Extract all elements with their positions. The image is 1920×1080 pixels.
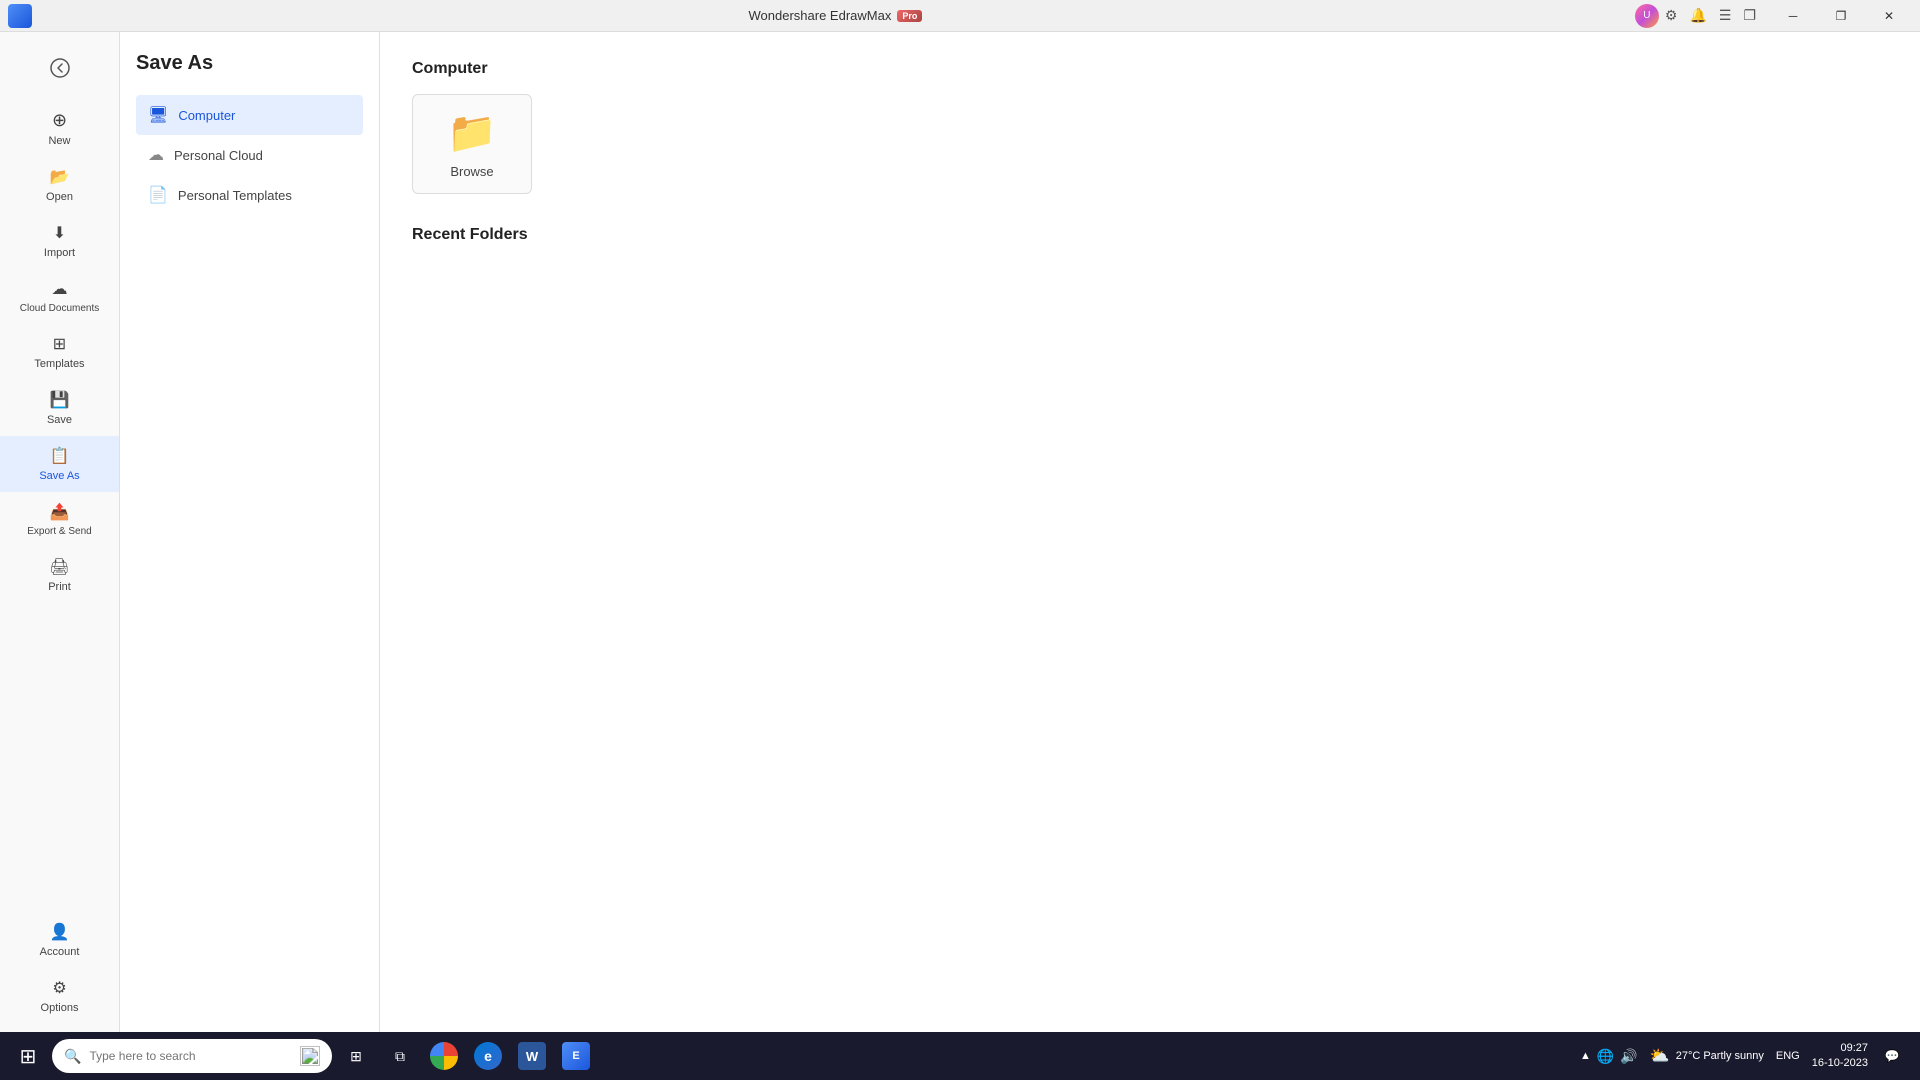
sidebar-item-print[interactable]: 🖨 Print xyxy=(0,547,119,603)
app-title: Wondershare EdrawMax xyxy=(749,8,892,23)
sidebar-label-import: Import xyxy=(44,247,75,259)
sidebar-label-save: Save xyxy=(47,414,72,426)
save-icon: 💾 xyxy=(50,390,70,410)
print-icon: 🖨 xyxy=(49,557,69,577)
sidebar-narrow: ⊕ New 📂 Open ⬇ Import ☁ Cloud Documents … xyxy=(0,32,120,1032)
taskbar-app-word[interactable]: W xyxy=(512,1036,552,1076)
sidebar-label-cloud: Cloud Documents xyxy=(20,303,99,314)
menu-icon[interactable]: ☰ xyxy=(1715,5,1736,26)
new-icon: ⊕ xyxy=(52,110,67,131)
export-icon: 📤 xyxy=(50,502,70,522)
personal-templates-icon: 📄 xyxy=(148,185,168,205)
sidebar-item-cloud[interactable]: ☁ Cloud Documents xyxy=(0,269,119,324)
taskbar-system-area: ▲ 🌐 🔊 xyxy=(1580,1048,1638,1065)
personal-cloud-icon: ☁ xyxy=(148,145,164,165)
network-icon: 🌐 xyxy=(1597,1048,1614,1065)
sidebar-label-saveas: Save As xyxy=(39,470,79,482)
task-view-button[interactable]: ⧉ xyxy=(380,1036,420,1076)
title-bar-left xyxy=(8,4,36,28)
sidebar-item-saveas[interactable]: 📋 Save As xyxy=(0,436,119,492)
volume-icon: 🔊 xyxy=(1620,1048,1637,1065)
sidebar-item-save[interactable]: 💾 Save xyxy=(0,380,119,436)
import-icon: ⬇ xyxy=(53,223,66,243)
title-bar: Wondershare EdrawMax Pro U ⚙ 🔔 ☰ ❐ ─ ❐ ✕ xyxy=(0,0,1920,32)
saveas-icon: 📋 xyxy=(50,446,70,466)
minimize-button[interactable]: ─ xyxy=(1770,0,1816,32)
sidebar-label-open: Open xyxy=(46,191,73,203)
browse-grid: 📁 Browse xyxy=(412,94,1888,194)
time-display: 09:27 xyxy=(1812,1041,1868,1056)
search-mascot xyxy=(300,1046,320,1066)
option-personal-cloud-label: Personal Cloud xyxy=(174,148,263,163)
close-button[interactable]: ✕ xyxy=(1866,0,1912,32)
browse-label: Browse xyxy=(450,164,493,179)
option-computer-label: Computer xyxy=(178,108,235,123)
sidebar-item-new[interactable]: ⊕ New xyxy=(0,100,119,157)
option-personal-cloud[interactable]: ☁ Personal Cloud xyxy=(136,135,363,175)
lang-text: ENG xyxy=(1776,1050,1800,1062)
recent-folders-title: Recent Folders xyxy=(412,226,1888,244)
sidebar-item-open[interactable]: 📂 Open xyxy=(0,157,119,213)
start-icon: ⊞ xyxy=(20,1044,37,1069)
copy-icon[interactable]: ❐ xyxy=(1739,5,1760,26)
taskbar-app-edraw[interactable]: E xyxy=(556,1036,596,1076)
sidebar-item-import[interactable]: ⬇ Import xyxy=(0,213,119,269)
search-input[interactable] xyxy=(89,1049,292,1063)
main-content: Computer 📁 Browse Recent Folders xyxy=(380,32,1920,1032)
sidebar-item-templates[interactable]: ⊞ Templates xyxy=(0,324,119,380)
options-icon: ⚙ xyxy=(52,978,66,998)
notification-center-button[interactable]: 💬 xyxy=(1872,1036,1912,1076)
option-personal-templates[interactable]: 📄 Personal Templates xyxy=(136,175,363,215)
weather-area[interactable]: ⛅ 27°C Partly sunny xyxy=(1650,1046,1764,1066)
browse-card[interactable]: 📁 Browse xyxy=(412,94,532,194)
cloud-icon: ☁ xyxy=(52,279,68,299)
back-button[interactable] xyxy=(36,44,84,92)
weather-text: 27°C Partly sunny xyxy=(1676,1050,1764,1062)
start-button[interactable]: ⊞ xyxy=(8,1036,48,1076)
save-as-panel: Save As 🖥 Computer ☁ Personal Cloud 📄 Pe… xyxy=(120,32,380,1032)
notification-icon[interactable]: 🔔 xyxy=(1685,5,1710,26)
open-icon: 📂 xyxy=(50,167,70,187)
language-indicator[interactable]: ENG xyxy=(1776,1050,1800,1062)
sidebar-label-options: Options xyxy=(41,1002,79,1014)
sidebar-item-options[interactable]: ⚙ Options xyxy=(0,968,119,1024)
sidebar-label-print: Print xyxy=(48,581,71,593)
sidebar-item-account[interactable]: 👤 Account xyxy=(0,912,119,968)
title-bar-right: U ⚙ 🔔 ☰ ❐ ─ ❐ ✕ xyxy=(1635,0,1912,32)
option-personal-templates-label: Personal Templates xyxy=(178,188,292,203)
avatar: U xyxy=(1635,4,1659,28)
sidebar-item-export[interactable]: 📤 Export & Send xyxy=(0,492,119,547)
taskbar-clock[interactable]: 09:27 16-10-2023 xyxy=(1812,1041,1868,1072)
search-icon: 🔍 xyxy=(64,1048,81,1065)
save-as-title: Save As xyxy=(136,52,363,75)
app-body: ⊕ New 📂 Open ⬇ Import ☁ Cloud Documents … xyxy=(0,32,1920,1032)
weather-icon: ⛅ xyxy=(1650,1046,1670,1066)
sidebar-label-new: New xyxy=(48,135,70,147)
folder-icon: 📁 xyxy=(447,109,497,156)
taskbar-search-box[interactable]: 🔍 xyxy=(52,1039,332,1073)
sidebar-label-templates: Templates xyxy=(34,358,84,370)
sidebar-label-export: Export & Send xyxy=(27,526,91,537)
taskbar-app-chrome[interactable] xyxy=(424,1036,464,1076)
sidebar-bottom: 👤 Account ⚙ Options xyxy=(0,912,119,1032)
restore-button[interactable]: ❐ xyxy=(1818,0,1864,32)
pro-badge: Pro xyxy=(897,10,922,22)
settings-icon[interactable]: ⚙ xyxy=(1661,5,1682,26)
templates-icon: ⊞ xyxy=(53,334,66,354)
date-display: 16-10-2023 xyxy=(1812,1056,1868,1071)
account-icon: 👤 xyxy=(50,922,70,942)
taskbar: ⊞ 🔍 ⊞ ⧉ e W E ▲ 🌐 🔊 ⛅ 27°C Partly sunny … xyxy=(0,1032,1920,1080)
taskbar-app-edge[interactable]: e xyxy=(468,1036,508,1076)
title-bar-center: Wondershare EdrawMax Pro xyxy=(36,8,1635,23)
sidebar-label-account: Account xyxy=(40,946,80,958)
widget-button[interactable]: ⊞ xyxy=(336,1036,376,1076)
option-computer[interactable]: 🖥 Computer xyxy=(136,95,363,135)
computer-icon: 🖥 xyxy=(148,105,168,125)
toolbar-icons: ⚙ 🔔 ☰ ❐ xyxy=(1661,5,1760,26)
up-arrow-icon[interactable]: ▲ xyxy=(1580,1050,1591,1062)
computer-section-title: Computer xyxy=(412,60,1888,78)
